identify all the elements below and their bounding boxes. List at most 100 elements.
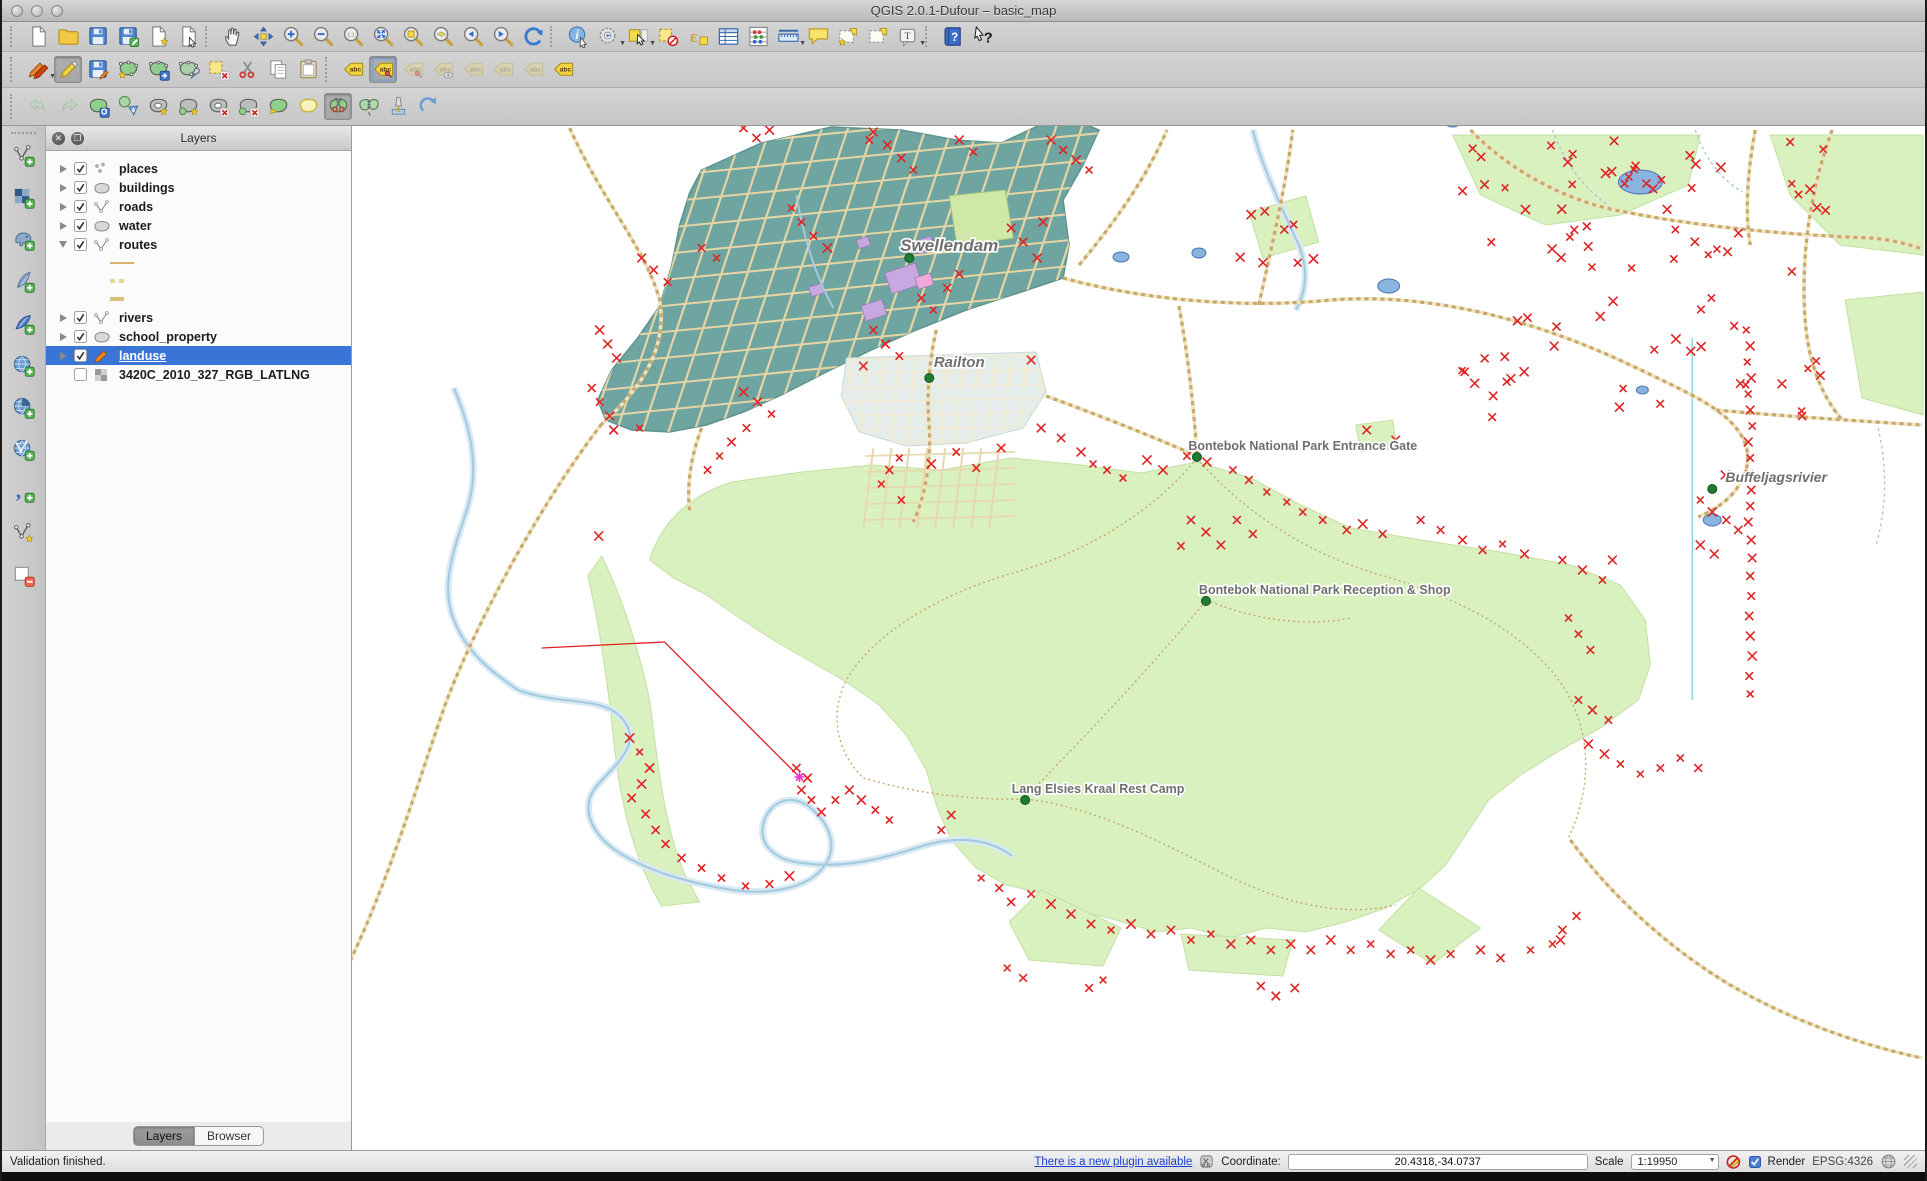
help-button[interactable]: ? — [939, 23, 967, 50]
layer-row-water[interactable]: water — [46, 216, 351, 235]
resize-grip[interactable] — [1904, 1155, 1917, 1168]
coordinate-input[interactable] — [1288, 1154, 1588, 1170]
layer-visibility-checkbox[interactable] — [74, 181, 87, 194]
add-raster-layer-button[interactable] — [10, 184, 38, 211]
add-wfs-layer-button[interactable] — [10, 436, 38, 463]
plugin-icon[interactable] — [1199, 1154, 1214, 1169]
labeling-button[interactable]: abc — [339, 56, 367, 83]
text-annotation-button[interactable]: T▼ — [894, 23, 922, 50]
field-calculator-button[interactable] — [744, 23, 772, 50]
layer-row-3420C_2010_327_RGB_LATLNG[interactable]: 3420C_2010_327_RGB_LATLNG — [46, 365, 351, 384]
toolbar-handle[interactable] — [11, 132, 37, 134]
save-project-button[interactable] — [84, 23, 112, 50]
new-print-composer-button[interactable] — [144, 23, 172, 50]
add-mssql-layer-button[interactable] — [10, 310, 38, 337]
toolbar-handle[interactable] — [550, 26, 559, 46]
toolbar-handle[interactable] — [10, 26, 19, 46]
change-label-button[interactable]: abc — [519, 56, 547, 83]
add-postgis-layer-button[interactable] — [10, 226, 38, 253]
layer-visibility-checkbox[interactable] — [74, 349, 87, 362]
expand-icon[interactable] — [56, 314, 70, 322]
save-project-as-button[interactable] — [114, 23, 142, 50]
pan-to-selection-button[interactable] — [249, 23, 277, 50]
add-wcs-layer-button[interactable] — [10, 394, 38, 421]
node-tool-button[interactable] — [174, 56, 202, 83]
rotate-point-symbols-button[interactable] — [414, 93, 442, 120]
pan-map-button[interactable] — [219, 23, 247, 50]
add-vector-layer-button[interactable] — [10, 142, 38, 169]
measure-button[interactable]: ▼ — [774, 23, 802, 50]
move-label-button[interactable]: abc — [459, 56, 487, 83]
zoom-next-button[interactable] — [489, 23, 517, 50]
scale-combo[interactable]: 1:19950 ▼ — [1631, 1154, 1719, 1170]
pin-labels-button[interactable]: abc — [369, 56, 397, 83]
map-tips-button[interactable] — [804, 23, 832, 50]
show-pinned-labels-button[interactable]: abc — [399, 56, 427, 83]
crs-globe-icon[interactable] — [1880, 1153, 1897, 1170]
show-bookmarks-button[interactable] — [864, 23, 892, 50]
toolbar-handle[interactable] — [10, 94, 19, 120]
select-features-button[interactable]: ▼ — [624, 23, 652, 50]
layer-row-rivers[interactable]: rivers — [46, 308, 351, 327]
layer-visibility-checkbox[interactable] — [74, 200, 87, 213]
zoom-full-button[interactable] — [369, 23, 397, 50]
composer-manager-button[interactable] — [174, 23, 202, 50]
label-properties-button[interactable]: abc — [549, 56, 577, 83]
plugin-available-link[interactable]: There is a new plugin available — [1034, 1156, 1192, 1168]
add-delimited-text-layer-button[interactable]: , — [10, 478, 38, 505]
move-feature-button[interactable] — [144, 56, 172, 83]
map-svg[interactable]: SwellendamRailtonBuffeljagsrivierBontebo… — [352, 126, 1925, 1150]
delete-ring-button[interactable] — [204, 93, 232, 120]
layer-visibility-checkbox[interactable] — [74, 162, 87, 175]
refresh-button[interactable] — [519, 23, 547, 50]
run-feature-action-button[interactable]: ▼ — [594, 23, 622, 50]
add-feature-button[interactable] — [114, 56, 142, 83]
layer-row-landuse[interactable]: landuse — [46, 346, 351, 365]
chevron-down-icon[interactable]: ▼ — [919, 40, 926, 47]
add-part-button[interactable] — [174, 93, 202, 120]
toggle-editing-button[interactable] — [54, 56, 82, 83]
expand-icon[interactable] — [56, 333, 70, 341]
layer-row-roads[interactable]: roads — [46, 197, 351, 216]
layer-visibility-checkbox[interactable] — [74, 238, 87, 251]
delete-part-button[interactable] — [234, 93, 262, 120]
cut-features-button[interactable] — [234, 56, 262, 83]
render-checkbox[interactable] — [1749, 1156, 1761, 1168]
toolbar-handle[interactable] — [205, 26, 214, 46]
layer-visibility-checkbox[interactable] — [74, 368, 87, 381]
layer-visibility-checkbox[interactable] — [74, 330, 87, 343]
add-ring-button[interactable] — [144, 93, 172, 120]
redo-button[interactable] — [54, 93, 82, 120]
paste-features-button[interactable] — [294, 56, 322, 83]
add-spatialite-layer-button[interactable] — [10, 268, 38, 295]
layer-row-routes[interactable]: routes — [46, 235, 351, 254]
toolbar-handle[interactable] — [10, 57, 19, 82]
zoom-out-button[interactable] — [309, 23, 337, 50]
attribute-table-button[interactable] — [714, 23, 742, 50]
add-wms-layer-button[interactable] — [10, 352, 38, 379]
open-project-button[interactable] — [54, 23, 82, 50]
split-features-button[interactable] — [324, 93, 352, 120]
rotate-feature-button[interactable] — [84, 93, 112, 120]
rotate-label-button[interactable]: abc — [489, 56, 517, 83]
tab-browser[interactable]: Browser — [195, 1126, 264, 1146]
new-project-button[interactable] — [24, 23, 52, 50]
zoom-last-button[interactable] — [459, 23, 487, 50]
offset-curve-button[interactable] — [294, 93, 322, 120]
current-edits-button[interactable]: ▼ — [24, 56, 52, 83]
merge-features-button[interactable] — [384, 93, 412, 120]
zoom-in-button[interactable] — [279, 23, 307, 50]
expand-icon[interactable] — [56, 352, 70, 360]
collapse-icon[interactable] — [56, 241, 70, 248]
copy-features-button[interactable] — [264, 56, 292, 83]
map-canvas[interactable]: SwellendamRailtonBuffeljagsrivierBontebo… — [352, 126, 1925, 1150]
remove-layer-button[interactable] — [10, 562, 38, 589]
tab-layers[interactable]: Layers — [133, 1126, 195, 1146]
stop-render-icon[interactable] — [1726, 1154, 1742, 1170]
layer-row-school_property[interactable]: school_property — [46, 327, 351, 346]
expand-icon[interactable] — [56, 184, 70, 192]
new-shapefile-layer-button[interactable] — [10, 520, 38, 547]
expand-icon[interactable] — [56, 222, 70, 230]
layer-row-buildings[interactable]: buildings — [46, 178, 351, 197]
delete-selected-button[interactable] — [204, 56, 232, 83]
